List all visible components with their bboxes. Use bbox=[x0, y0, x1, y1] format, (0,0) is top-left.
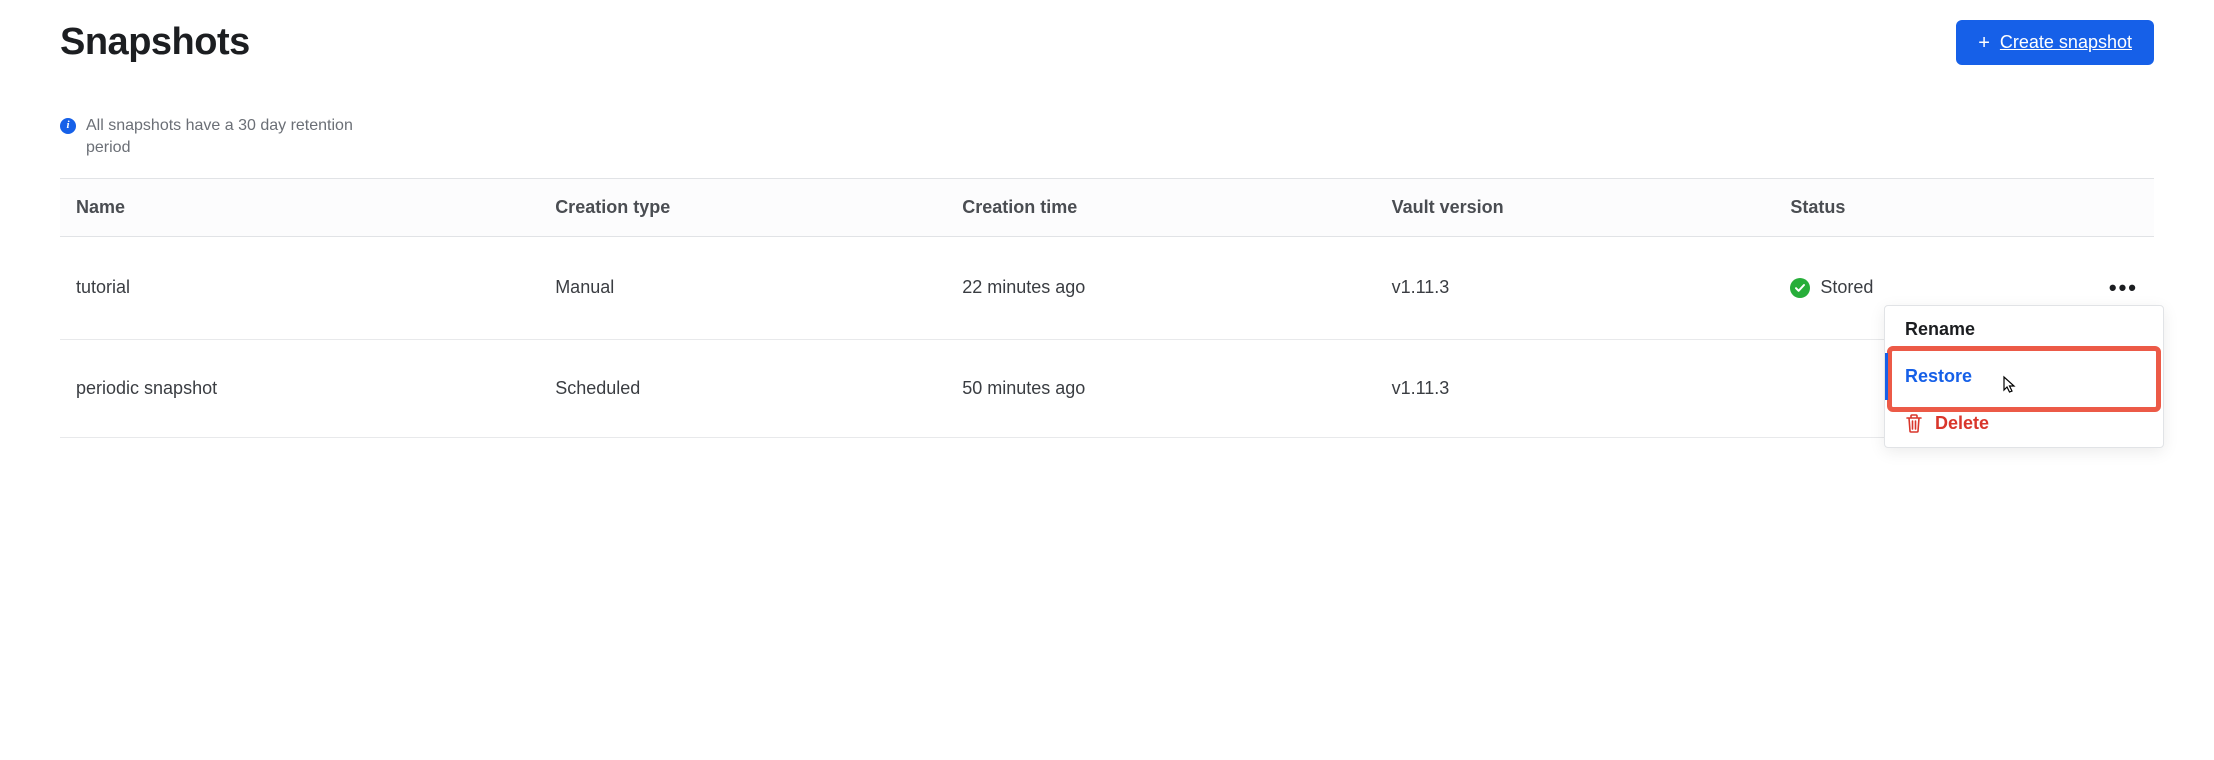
check-icon bbox=[1790, 278, 1810, 298]
menu-item-delete[interactable]: Delete bbox=[1885, 400, 2163, 447]
page-title: Snapshots bbox=[60, 21, 250, 64]
cell-actions: ••• Rename Restore bbox=[2093, 236, 2154, 339]
col-vault-version: Vault version bbox=[1376, 178, 1775, 236]
cell-name: tutorial bbox=[60, 236, 539, 339]
cell-creation-time: 50 minutes ago bbox=[946, 339, 1375, 437]
col-actions bbox=[2093, 178, 2154, 236]
row-actions-menu: Rename Restore bbox=[1884, 305, 2164, 448]
trash-icon bbox=[1905, 413, 1923, 433]
cell-creation-type: Scheduled bbox=[539, 339, 946, 437]
cell-vault-version: v1.11.3 bbox=[1376, 236, 1775, 339]
col-status: Status bbox=[1774, 178, 2093, 236]
cell-name: periodic snapshot bbox=[60, 339, 539, 437]
cell-vault-version: v1.11.3 bbox=[1376, 339, 1775, 437]
cell-creation-time: 22 minutes ago bbox=[946, 236, 1375, 339]
col-creation-time: Creation time bbox=[946, 178, 1375, 236]
cursor-icon bbox=[2000, 375, 2018, 402]
table-row: periodic snapshot Scheduled 50 minutes a… bbox=[60, 339, 2154, 437]
info-icon: i bbox=[60, 118, 76, 134]
info-banner: i All snapshots have a 30 day retention … bbox=[60, 115, 400, 160]
create-snapshot-label: Create snapshot bbox=[2000, 32, 2132, 53]
table-row: tutorial Manual 22 minutes ago v1.11.3 S… bbox=[60, 236, 2154, 339]
col-creation-type: Creation type bbox=[539, 178, 946, 236]
menu-item-rename[interactable]: Rename bbox=[1885, 306, 2163, 353]
snapshots-table: Name Creation type Creation time Vault v… bbox=[60, 178, 2154, 438]
info-text: All snapshots have a 30 day retention pe… bbox=[86, 115, 400, 160]
plus-icon: + bbox=[1978, 33, 1990, 53]
menu-item-restore-label: Restore bbox=[1905, 366, 1972, 387]
menu-item-delete-label: Delete bbox=[1935, 413, 1989, 434]
col-name: Name bbox=[60, 178, 539, 236]
row-actions-menu-button[interactable]: ••• bbox=[2109, 275, 2138, 300]
status-label: Stored bbox=[1820, 277, 1873, 298]
cell-creation-type: Manual bbox=[539, 236, 946, 339]
menu-item-restore[interactable]: Restore bbox=[1885, 353, 2163, 400]
menu-item-rename-label: Rename bbox=[1905, 319, 1975, 340]
create-snapshot-button[interactable]: + Create snapshot bbox=[1956, 20, 2154, 65]
